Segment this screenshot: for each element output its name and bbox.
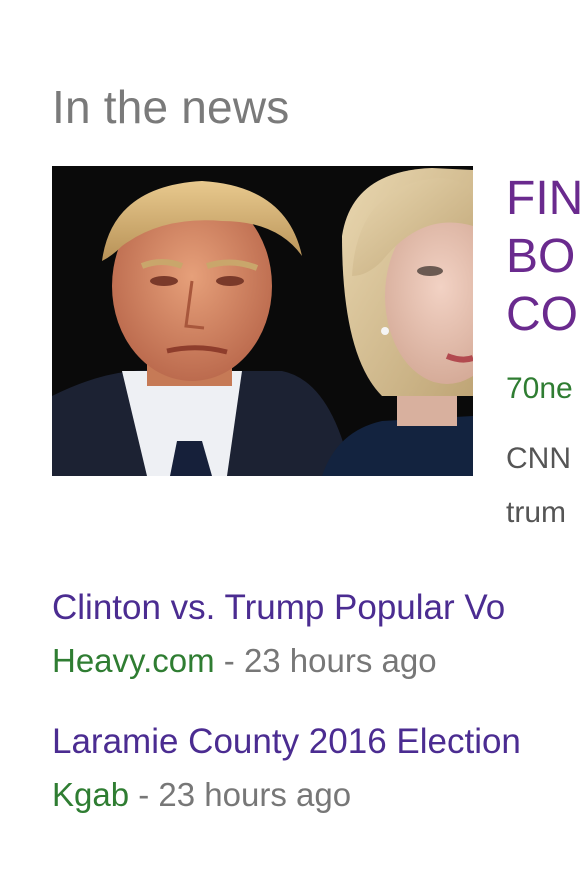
news-item-meta: Heavy.com - 23 hours ago [52, 642, 584, 680]
news-panel: In the news FIN BO CO 70ne CNN trum Clin… [0, 0, 584, 876]
news-item-separator: - [129, 776, 159, 813]
top-story-thumbnail[interactable] [52, 166, 473, 476]
news-item-source: Kgab [52, 776, 130, 813]
news-item-meta: Kgab - 23 hours ago [52, 776, 584, 814]
news-item-separator: - [214, 642, 244, 679]
candidates-photo-image [52, 166, 473, 476]
news-item-source: Heavy.com [52, 642, 215, 679]
news-item-title-link[interactable]: Clinton vs. Trump Popular Vo [52, 588, 584, 628]
news-item: Laramie County 2016 Election Kgab - 23 h… [52, 722, 584, 814]
top-story-source-url: 70ne [506, 372, 573, 405]
news-item-time: 23 hours ago [243, 642, 437, 679]
news-item-title-link[interactable]: Laramie County 2016 Election [52, 722, 584, 762]
top-story-card: FIN BO CO 70ne CNN trum [0, 0, 584, 540]
top-story-headline-link[interactable]: FIN BO CO [506, 170, 584, 344]
top-story-snippet: CNN trum [506, 442, 571, 529]
news-item-time: 23 hours ago [158, 776, 352, 813]
news-item: Clinton vs. Trump Popular Vo Heavy.com -… [52, 588, 584, 680]
